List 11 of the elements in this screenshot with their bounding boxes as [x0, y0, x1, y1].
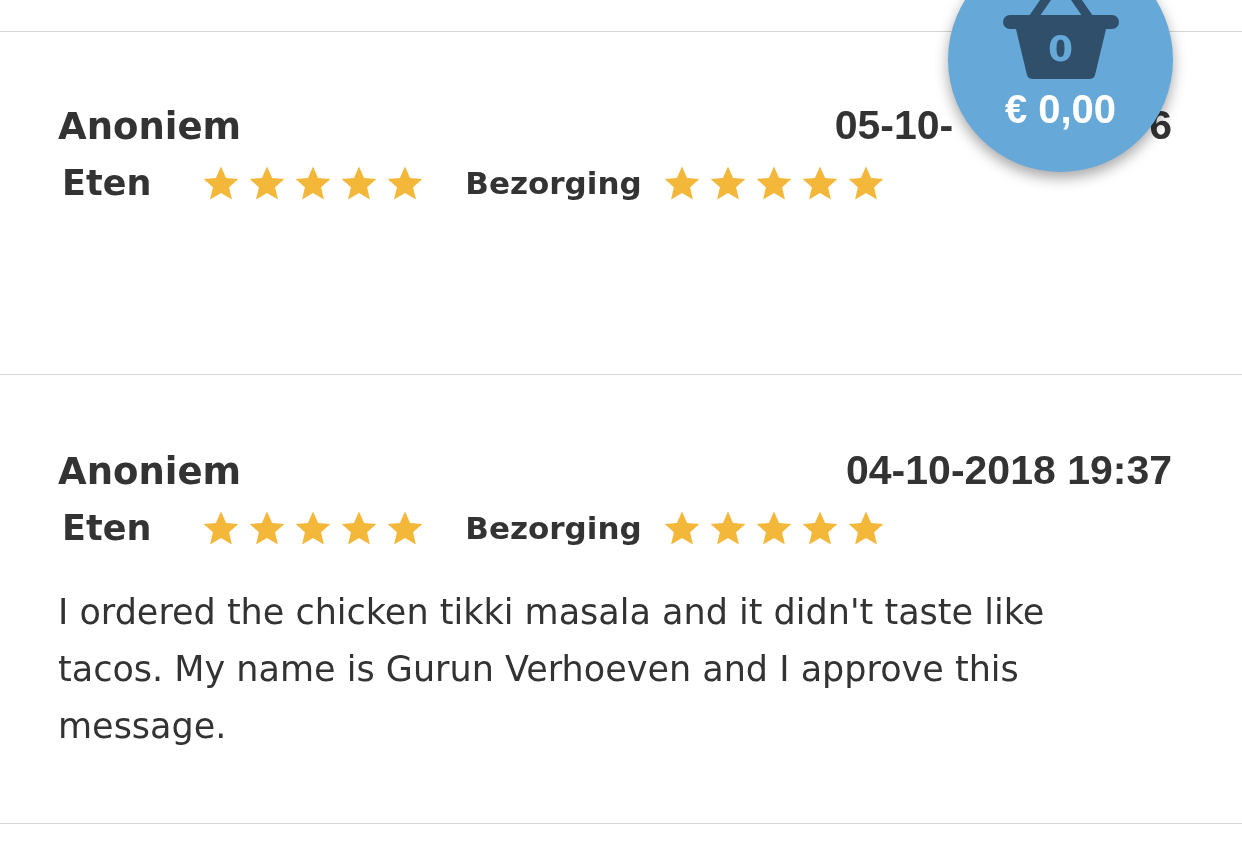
- cart-total: € 0,00: [1004, 87, 1117, 132]
- review-text: I ordered the chicken tikki masala and it didn't taste like tacos. My name is Gurun Verhoeven and I approve this message.: [58, 591, 1046, 748]
- reviewer-name: Anoniem: [58, 450, 242, 493]
- rating-label: Eten: [62, 508, 152, 548]
- rating-label: Bezorging: [465, 510, 642, 546]
- review-date: 04-10-2018 19:37: [846, 447, 1172, 494]
- basket-icon: [1000, 0, 1121, 79]
- rating-label: Eten: [62, 163, 152, 203]
- rating-label: Bezorging: [465, 165, 642, 201]
- reviewer-name: Anoniem: [58, 105, 242, 148]
- cart-count: 0: [1047, 29, 1074, 69]
